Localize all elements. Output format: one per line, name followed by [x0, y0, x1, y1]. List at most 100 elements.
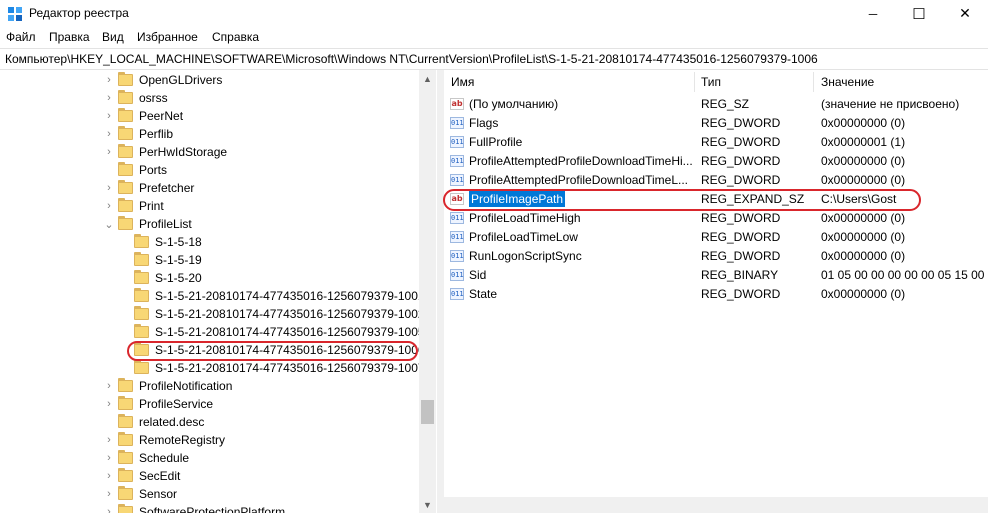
value-row[interactable]: 011 ProfileLoadTimeLow REG_DWORD 0x00000000…	[444, 227, 988, 246]
value-row[interactable]: 011 Sid REG_BINARY 01 05 00 00 00 00 00 05 …	[444, 265, 988, 284]
value-row[interactable]: ab ProfileImagePath REG_EXPAND_SZ C:\Users\…	[444, 189, 988, 208]
menu-file[interactable]: Файл	[6, 30, 36, 44]
menu-help[interactable]: Справка	[212, 30, 259, 44]
value-name-cell[interactable]: 011 State	[450, 284, 694, 303]
value-row[interactable]: 011 RunLogonScriptSync REG_DWORD 0x00000000…	[444, 246, 988, 265]
pane-splitter[interactable]	[437, 70, 444, 513]
value-row[interactable]: ab (По умолчанию) REG_SZ (значение не присв…	[444, 94, 988, 113]
tree-item[interactable]: ⌄ ProfileList	[104, 215, 192, 233]
folder-icon	[134, 252, 149, 266]
chevron-right-icon[interactable]: ›	[104, 431, 114, 449]
minimize-button[interactable]: ─	[850, 0, 896, 27]
folder-icon	[118, 216, 133, 230]
chevron-right-icon[interactable]: ›	[104, 125, 114, 143]
chevron-right-icon[interactable]: ›	[104, 89, 114, 107]
chevron-right-icon[interactable]: ›	[104, 485, 114, 503]
value-name-cell[interactable]: 011 ProfileLoadTimeLow	[450, 227, 694, 246]
tree-item[interactable]: › Schedule	[107, 449, 189, 467]
value-type-cell: REG_DWORD	[701, 153, 781, 168]
column-header-value[interactable]: Значение	[821, 70, 874, 94]
key-tree[interactable]: › OpenGLDrivers › osrss › PeerNet › Perflib › Per…	[0, 70, 437, 513]
tree-scroll-thumb[interactable]	[421, 400, 434, 424]
tree-item[interactable]: S-1-5-21-20810174-477435016-1256079379-1…	[134, 305, 425, 323]
tree-item[interactable]: › ProfileService	[107, 395, 213, 413]
column-divider[interactable]	[813, 72, 814, 92]
tree-item[interactable]: S-1-5-21-20810174-477435016-1256079379-1…	[134, 341, 425, 359]
chevron-right-icon[interactable]: ›	[104, 449, 114, 467]
close-button[interactable]: ✕	[942, 0, 988, 27]
value-data-cell: 0x00000000 (0)	[821, 153, 906, 168]
value-row[interactable]: 011 ProfileAttemptedProfileDownloadTimeL.…	[444, 170, 988, 189]
tree-item[interactable]: › Print	[107, 197, 164, 215]
maximize-button[interactable]: ☐	[896, 0, 942, 27]
tree-item[interactable]: › SoftwareProtectionPlatform	[107, 503, 285, 513]
address-path[interactable]: Компьютер\HKEY_LOCAL_MACHINE\SOFTWARE\Mi…	[5, 52, 818, 66]
chevron-right-icon[interactable]: ›	[104, 71, 114, 89]
tree-item-label: PerHwIdStorage	[139, 145, 228, 159]
value-row[interactable]: 011 Flags REG_DWORD 0x00000000 (0)	[444, 113, 988, 132]
tree-item[interactable]: › OpenGLDrivers	[107, 71, 222, 89]
chevron-right-icon[interactable]: ›	[104, 467, 114, 485]
chevron-right-icon[interactable]: ›	[104, 107, 114, 125]
chevron-right-icon[interactable]: ›	[104, 503, 114, 513]
value-name-cell[interactable]: ab (По умолчанию)	[450, 94, 694, 113]
folder-icon	[118, 108, 133, 122]
binary-value-icon: 011	[450, 268, 464, 281]
tree-item[interactable]: › osrss	[107, 89, 168, 107]
chevron-right-icon[interactable]: ›	[104, 143, 114, 161]
menu-edit[interactable]: Правка	[49, 30, 90, 44]
tree-item[interactable]: S-1-5-20	[134, 269, 202, 287]
tree-item[interactable]: › Prefetcher	[107, 179, 194, 197]
tree-item[interactable]: › Perflib	[107, 125, 173, 143]
value-name-cell[interactable]: 011 FullProfile	[450, 132, 694, 151]
value-row[interactable]: 011 State REG_DWORD 0x00000000 (0)	[444, 284, 988, 303]
chevron-right-icon[interactable]: ›	[104, 179, 114, 197]
value-row[interactable]: 011 ProfileLoadTimeHigh REG_DWORD 0x0000000…	[444, 208, 988, 227]
tree-vertical-scrollbar[interactable]	[419, 70, 436, 513]
tree-item[interactable]: S-1-5-21-20810174-477435016-1256079379-1…	[134, 287, 425, 305]
value-name: State	[469, 286, 498, 301]
menu-view[interactable]: Вид	[102, 30, 124, 44]
tree-item[interactable]: › PeerNet	[107, 107, 183, 125]
tree-item[interactable]: › SecEdit	[107, 467, 180, 485]
value-row[interactable]: 011 ProfileAttemptedProfileDownloadTimeHi…	[444, 151, 988, 170]
tree-item[interactable]: S-1-5-21-20810174-477435016-1256079379-1…	[134, 359, 425, 377]
tree-item[interactable]: S-1-5-19	[134, 251, 202, 269]
value-type-cell: REG_DWORD	[701, 172, 781, 187]
scroll-up-icon[interactable]: ▲	[419, 70, 436, 87]
column-header-type[interactable]: Тип	[701, 70, 721, 94]
tree-item[interactable]: Ports	[118, 161, 167, 179]
tree-item-label: RemoteRegistry	[139, 433, 226, 447]
tree-item[interactable]: › RemoteRegistry	[107, 431, 226, 449]
chevron-down-icon[interactable]: ⌄	[104, 215, 114, 233]
chevron-right-icon[interactable]: ›	[104, 197, 114, 215]
menu-favorites[interactable]: Избранное	[137, 30, 198, 44]
chevron-right-icon[interactable]	[104, 413, 114, 431]
tree-item[interactable]: S-1-5-21-20810174-477435016-1256079379-1…	[134, 323, 425, 341]
tree-item[interactable]: › ProfileNotification	[107, 377, 232, 395]
value-name-cell[interactable]: 011 ProfileLoadTimeHigh	[450, 208, 694, 227]
chevron-right-icon[interactable]: ›	[104, 377, 114, 395]
value-type-cell: REG_DWORD	[701, 229, 781, 244]
column-divider[interactable]	[694, 72, 695, 92]
tree-item[interactable]: related.desc	[118, 413, 204, 431]
list-horizontal-scrollbar[interactable]	[444, 497, 988, 513]
column-header-name[interactable]: Имя	[451, 70, 474, 94]
value-name-cell[interactable]: 011 Sid	[450, 265, 694, 284]
value-name-cell[interactable]: 011 Flags	[450, 113, 694, 132]
tree-item[interactable]: › Sensor	[107, 485, 177, 503]
value-name-cell[interactable]: 011 RunLogonScriptSync	[450, 246, 694, 265]
chevron-right-icon[interactable]	[104, 161, 114, 179]
tree-item-label: Ports	[139, 163, 168, 177]
address-bar[interactable]: Компьютер\HKEY_LOCAL_MACHINE\SOFTWARE\Mi…	[0, 48, 988, 70]
value-name-cell[interactable]: 011 ProfileAttemptedProfileDownloadTimeL.…	[450, 170, 694, 189]
tree-item-label: S-1-5-20	[155, 271, 202, 285]
value-name-cell[interactable]: 011 ProfileAttemptedProfileDownloadTimeHi…	[450, 151, 694, 170]
chevron-right-icon[interactable]: ›	[104, 395, 114, 413]
value-type-cell: REG_BINARY	[701, 267, 779, 282]
tree-item[interactable]: S-1-5-18	[134, 233, 202, 251]
value-row[interactable]: 011 FullProfile REG_DWORD 0x00000001 (1)	[444, 132, 988, 151]
scroll-down-icon[interactable]: ▼	[419, 496, 436, 513]
value-name-cell[interactable]: ab ProfileImagePath	[450, 189, 694, 208]
tree-item[interactable]: › PerHwIdStorage	[107, 143, 228, 161]
